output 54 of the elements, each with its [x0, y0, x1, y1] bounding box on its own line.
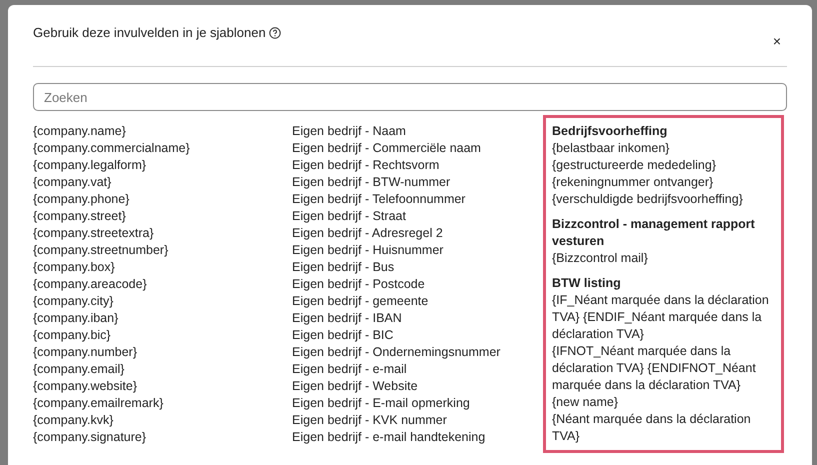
field-description: Eigen bedrijf - Naam — [292, 123, 406, 140]
group-title: Bizzcontrol - management rapport vesturen — [552, 216, 756, 250]
field-code: {company.box} — [33, 259, 116, 276]
group-title: BTW listing — [552, 275, 622, 292]
field-description: Eigen bedrijf - Postcode — [292, 276, 425, 294]
field-description: Eigen bedrijf - Huisnummer — [292, 242, 444, 260]
custom-field: {Néant marquée dans la déclaration TVA} — [552, 411, 775, 445]
field-description: Eigen bedrijf - e-mail handtekening — [292, 429, 486, 446]
custom-field: {new name} — [552, 394, 775, 411]
custom-field: {gestructureerde mededeling} — [552, 157, 775, 174]
field-code: {company.city} — [33, 293, 114, 310]
field-code: {company.number} — [33, 344, 138, 362]
field-code: {company.commercialname} — [33, 140, 191, 158]
field-code: {company.phone} — [33, 191, 130, 208]
field-code: {company.bic} — [33, 327, 112, 344]
group-title: Bedrijfsvoorheffing — [552, 123, 668, 140]
field-code: {company.streetnumber} — [33, 242, 170, 260]
field-code: {company.kvk} — [33, 412, 114, 430]
close-button[interactable]: × — [770, 34, 783, 48]
custom-field: {verschuldigde bedrijfsvoorheffing} — [552, 191, 775, 208]
custom-field: {belastbaar inkomen} — [552, 140, 775, 157]
dialog-title: Gebruik deze invulvelden in je sjablonen — [33, 25, 266, 41]
custom-field: {rekeningnummer ontvanger} — [552, 174, 775, 191]
field-code: {company.signature} — [33, 429, 148, 446]
field-code: {company.iban} — [33, 310, 120, 328]
field-code: {company.name} — [33, 123, 127, 140]
field-code: {company.street} — [33, 208, 127, 226]
field-description: Eigen bedrijf - Website — [292, 378, 418, 396]
field-description: Eigen bedrijf - Telefoonnummer — [292, 191, 466, 208]
field-description: Eigen bedrijf - Rechtsvorm — [292, 157, 440, 174]
search-field[interactable]: Zoeken — [33, 83, 787, 111]
field-description: Eigen bedrijf - e-mail — [292, 361, 407, 378]
field-description: Eigen bedrijf - Straat — [292, 208, 406, 226]
field-code: {company.vat} — [33, 174, 112, 192]
field-description: Eigen bedrijf - gemeente — [292, 293, 428, 310]
field-code: {company.areacode} — [33, 276, 148, 294]
field-description: Eigen bedrijf - BTW-nummer — [292, 174, 450, 192]
field-description: Eigen bedrijf - Adresregel 2 — [292, 225, 443, 242]
field-description: Eigen bedrijf - KVK nummer — [292, 412, 447, 430]
field-description: Eigen bedrijf - IBAN — [292, 310, 402, 328]
field-code: {company.streetextra} — [33, 225, 155, 242]
field-description: Eigen bedrijf - E-mail opmerking — [292, 395, 470, 412]
field-description: Eigen bedrijf - Commerciële naam — [292, 140, 481, 158]
field-code: {company.email} — [33, 361, 126, 378]
field-description: Eigen bedrijf - Bus — [292, 259, 394, 276]
custom-field: {Bizzcontrol mail} — [552, 250, 775, 267]
field-code: {company.emailremark} — [33, 395, 164, 412]
custom-field: {IFNOT_Néant marquée dans la déclaration TVA} {ENDIFNOT_Néant marquée dans la déclaration TVA} — [552, 343, 775, 394]
field-description: Eigen bedrijf - BIC — [292, 327, 394, 344]
field-code: {company.legalform} — [33, 157, 148, 174]
field-description: Eigen bedrijf - Ondernemingsnummer — [292, 344, 500, 362]
custom-field: {IF_Néant marquée dans la déclaration TVA} {ENDIF_Néant marquée dans la déclaration TVA} — [552, 292, 775, 343]
field-code: {company.website} — [33, 378, 138, 396]
help-icon[interactable] — [268, 27, 281, 39]
